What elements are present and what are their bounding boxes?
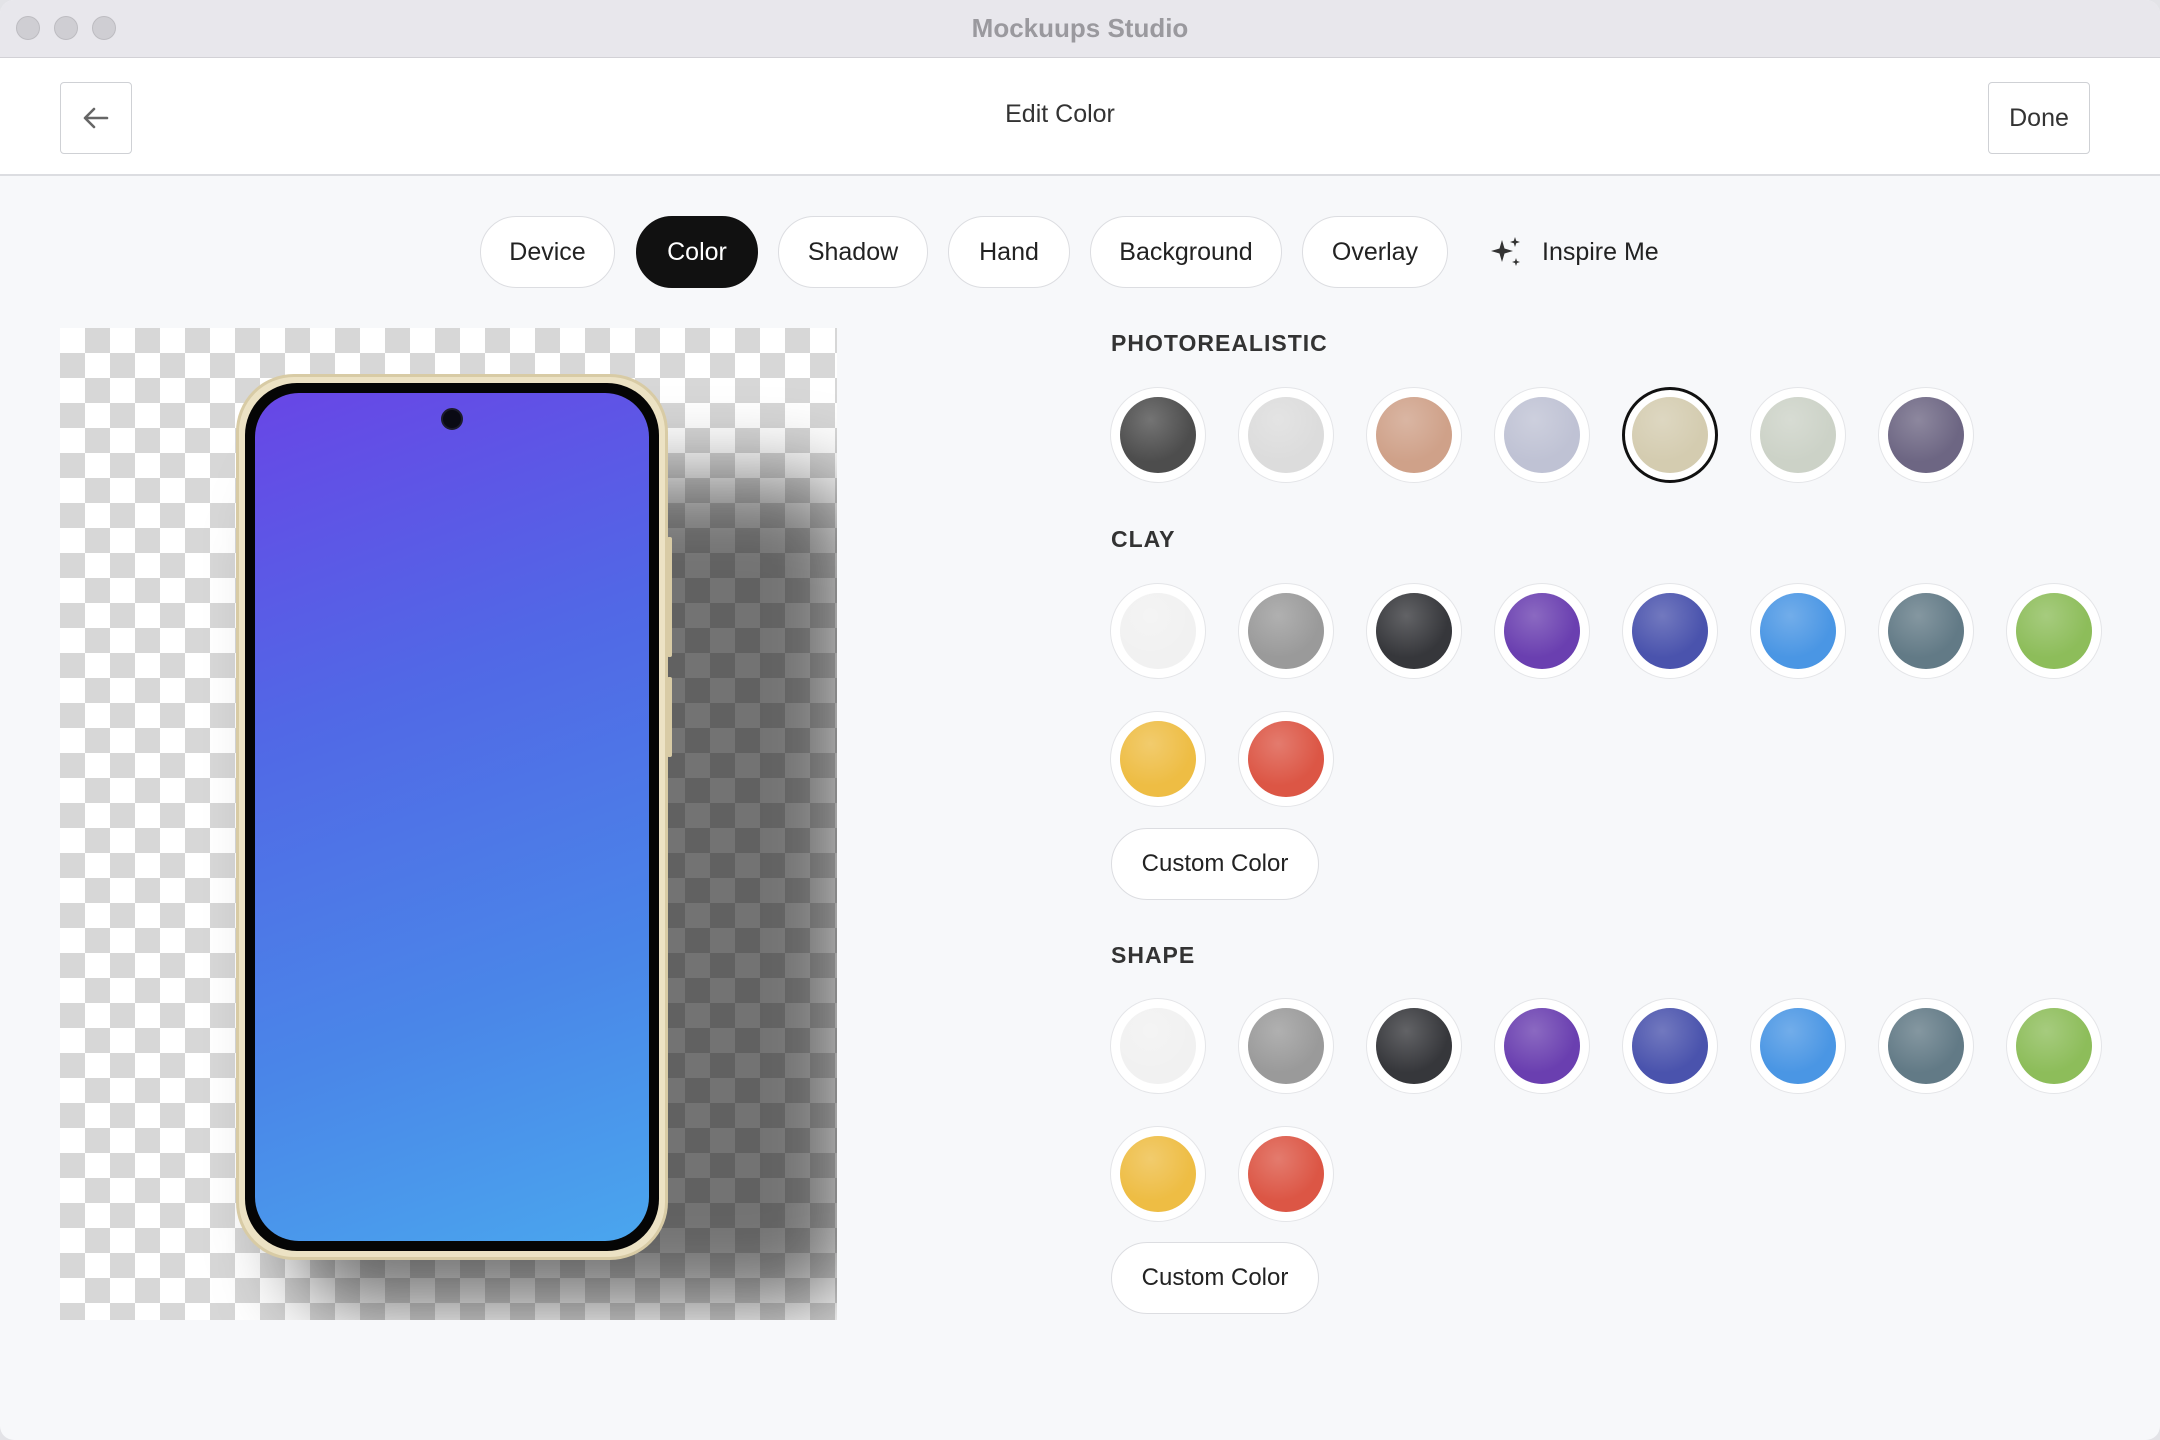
photorealistic-swatch[interactable]: [1878, 387, 1974, 483]
section-label-shape: SHAPE: [1111, 942, 1196, 968]
swatch-color: [1376, 593, 1452, 669]
phone-bezel: [245, 383, 659, 1251]
tab-overlay[interactable]: Overlay: [1302, 216, 1448, 288]
swatch-color: [2016, 593, 2092, 669]
swatch-color: [1504, 593, 1580, 669]
shape-swatch[interactable]: [1238, 1126, 1334, 1222]
photorealistic-swatch[interactable]: [1750, 387, 1846, 483]
swatch-color: [1120, 397, 1196, 473]
shape-swatch[interactable]: [1110, 998, 1206, 1094]
page-title: Edit Color: [1005, 100, 1115, 128]
swatch-color: [1248, 721, 1324, 797]
shape-swatch[interactable]: [1494, 998, 1590, 1094]
section-label-photorealistic: PHOTOREALISTIC: [1111, 330, 1328, 356]
swatch-color: [1632, 593, 1708, 669]
camera-icon: [441, 408, 463, 430]
swatch-color: [1504, 397, 1580, 473]
window-title: Mockuups Studio: [971, 13, 1189, 43]
mockup-preview-canvas[interactable]: [60, 328, 837, 1320]
tab-color[interactable]: Color: [636, 216, 758, 288]
photorealistic-swatch[interactable]: [1238, 387, 1334, 483]
swatch-color: [1248, 1136, 1324, 1212]
title-bar: Mockuups Studio: [0, 0, 2160, 58]
done-button[interactable]: Done: [1988, 82, 2090, 154]
tab-shadow[interactable]: Shadow: [778, 216, 928, 288]
swatch-color: [1888, 397, 1964, 473]
swatch-color: [1376, 1008, 1452, 1084]
clay-swatch[interactable]: [1366, 583, 1462, 679]
clay-swatch[interactable]: [2006, 583, 2102, 679]
section-label-clay: CLAY: [1111, 526, 1176, 552]
app-window: Mockuups Studio Edit Color Done Device C…: [0, 0, 2160, 1440]
swatch-color: [1760, 593, 1836, 669]
swatch-color: [1632, 1008, 1708, 1084]
clay-custom-color-button[interactable]: Custom Color: [1111, 828, 1319, 900]
clay-swatch[interactable]: [1622, 583, 1718, 679]
clay-swatch[interactable]: [1238, 711, 1334, 807]
tab-hand[interactable]: Hand: [948, 216, 1070, 288]
photorealistic-swatch[interactable]: [1622, 387, 1718, 483]
shape-custom-color-button[interactable]: Custom Color: [1111, 1242, 1319, 1314]
photorealistic-swatch[interactable]: [1110, 387, 1206, 483]
swatch-color: [1888, 593, 1964, 669]
swatch-color: [1632, 397, 1708, 473]
swatch-color: [1248, 593, 1324, 669]
swatch-color: [1120, 721, 1196, 797]
inspire-me-button[interactable]: Inspire Me: [1488, 226, 1659, 278]
swatch-color: [1504, 1008, 1580, 1084]
clay-swatch[interactable]: [1238, 583, 1334, 679]
photorealistic-swatch[interactable]: [1366, 387, 1462, 483]
swatch-color: [1888, 1008, 1964, 1084]
swatch-color: [1376, 397, 1452, 473]
swatch-color: [1760, 1008, 1836, 1084]
power-button: [667, 677, 672, 757]
clay-swatch[interactable]: [1494, 583, 1590, 679]
swatch-color: [1120, 1136, 1196, 1212]
clay-swatch[interactable]: [1110, 583, 1206, 679]
clay-swatch[interactable]: [1110, 711, 1206, 807]
shape-swatch[interactable]: [1238, 998, 1334, 1094]
swatch-color: [1120, 593, 1196, 669]
swatch-color: [1760, 397, 1836, 473]
swatch-color: [1248, 1008, 1324, 1084]
swatch-color: [1120, 1008, 1196, 1084]
tab-background[interactable]: Background: [1090, 216, 1282, 288]
phone-mockup: [236, 374, 672, 1260]
shape-swatch[interactable]: [2006, 998, 2102, 1094]
photorealistic-swatch[interactable]: [1494, 387, 1590, 483]
shape-swatch[interactable]: [1750, 998, 1846, 1094]
clay-swatch[interactable]: [1878, 583, 1974, 679]
clay-swatch[interactable]: [1750, 583, 1846, 679]
swatch-color: [1248, 397, 1324, 473]
shape-swatch[interactable]: [1878, 998, 1974, 1094]
sparkles-icon: [1491, 237, 1520, 266]
swatch-color: [2016, 1008, 2092, 1084]
volume-button: [667, 537, 672, 657]
phone-screen: [255, 393, 649, 1241]
shape-swatch[interactable]: [1110, 1126, 1206, 1222]
inspire-me-label: Inspire Me: [1542, 237, 1659, 266]
shape-swatch[interactable]: [1622, 998, 1718, 1094]
page-header: Edit Color Done: [0, 58, 2160, 176]
shape-swatch[interactable]: [1366, 998, 1462, 1094]
tab-device[interactable]: Device: [480, 216, 615, 288]
